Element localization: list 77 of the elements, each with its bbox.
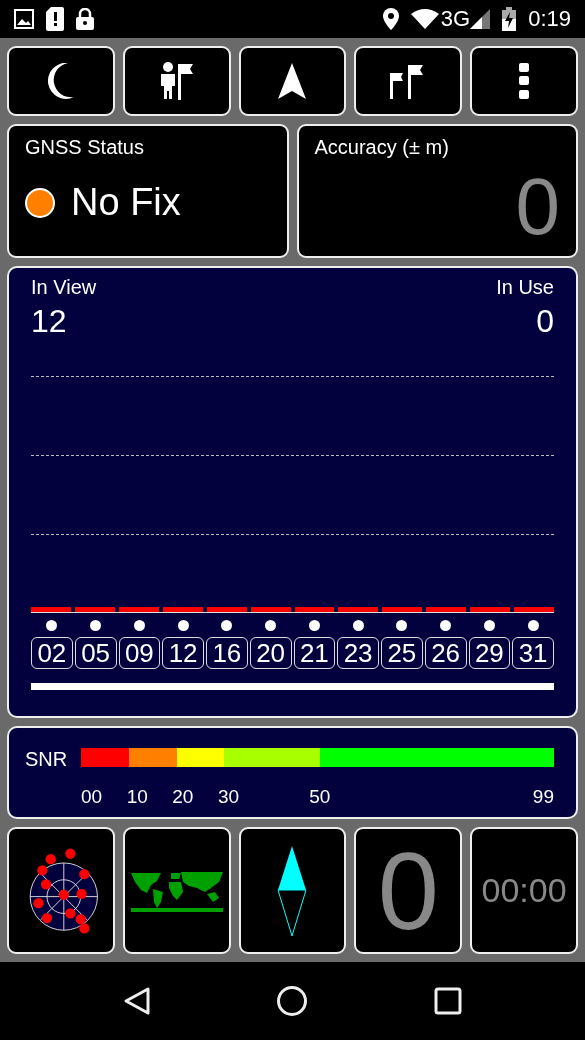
home-button[interactable] bbox=[276, 985, 309, 1017]
signal-icon bbox=[470, 9, 491, 29]
satellite-id: 05 bbox=[74, 637, 117, 669]
snr-label: SNR bbox=[25, 748, 69, 772]
more-button[interactable] bbox=[470, 46, 578, 116]
sim-alert-icon bbox=[46, 7, 64, 31]
satellite-id: 31 bbox=[512, 637, 554, 669]
more-vertical-icon bbox=[519, 63, 530, 99]
signal-bar bbox=[382, 607, 423, 612]
location-pin-icon bbox=[382, 8, 399, 30]
lock-icon bbox=[76, 8, 94, 30]
signal-bar bbox=[294, 607, 335, 612]
satellite-dot bbox=[527, 620, 539, 631]
flags-button[interactable] bbox=[354, 46, 463, 116]
battery-charging-icon bbox=[502, 7, 517, 31]
person-flag-icon bbox=[158, 62, 195, 100]
snr-tick-label: 99 bbox=[532, 786, 554, 809]
signal-bar bbox=[338, 607, 379, 612]
signal-bar bbox=[206, 607, 247, 612]
satellite-dot bbox=[308, 620, 320, 631]
signal-bar bbox=[74, 607, 115, 612]
time-button[interactable]: 00:00 bbox=[470, 827, 578, 954]
sky-plot-button[interactable] bbox=[7, 827, 115, 954]
signal-bar bbox=[470, 607, 511, 612]
signal-bar bbox=[250, 607, 291, 612]
satellite-dot bbox=[133, 620, 145, 631]
satellite-dot bbox=[440, 620, 452, 631]
card-title: Accuracy (± m) bbox=[314, 136, 450, 159]
image-icon bbox=[14, 9, 34, 29]
fix-status: No Fix bbox=[71, 181, 181, 224]
signal-bar bbox=[426, 607, 467, 612]
satellite-id: 20 bbox=[249, 637, 292, 669]
recents-button[interactable] bbox=[434, 987, 463, 1015]
satellite-dot bbox=[265, 620, 277, 631]
satellite-dot bbox=[396, 620, 408, 631]
satellite-dot bbox=[90, 620, 102, 631]
satellite-dot bbox=[46, 620, 58, 631]
back-button[interactable] bbox=[122, 986, 151, 1016]
satellite-id: 23 bbox=[337, 637, 379, 669]
satellite-id: 21 bbox=[293, 637, 336, 669]
in-view-count: 12 bbox=[31, 303, 67, 340]
satellite-id: 25 bbox=[381, 637, 423, 669]
satellite-dot bbox=[483, 620, 495, 631]
snr-tick-label: 00 bbox=[81, 786, 104, 809]
signal-bar bbox=[514, 607, 554, 612]
signal-bar bbox=[162, 607, 203, 612]
waypoint-button[interactable] bbox=[122, 46, 231, 116]
signal-bar bbox=[118, 607, 159, 612]
moon-icon bbox=[47, 63, 74, 99]
snr-tick-label: 50 bbox=[309, 786, 332, 809]
night-mode-button[interactable] bbox=[7, 46, 115, 116]
in-view-label: In View bbox=[31, 276, 97, 299]
satellite-id: 12 bbox=[162, 637, 204, 669]
accuracy-value: 0 bbox=[515, 168, 560, 246]
satellite-id: 26 bbox=[424, 637, 467, 669]
network-type: 3G bbox=[440, 6, 471, 32]
satellite-id: 16 bbox=[206, 637, 248, 669]
satellite-id: 02 bbox=[31, 637, 73, 669]
signal-bar bbox=[31, 607, 71, 612]
satellite-id: 09 bbox=[118, 637, 161, 669]
compass-button[interactable] bbox=[238, 827, 347, 954]
world-map-button[interactable] bbox=[122, 827, 231, 954]
navigate-button[interactable] bbox=[238, 46, 347, 116]
snr-tick-label: 30 bbox=[217, 786, 241, 809]
in-use-label: In Use bbox=[496, 276, 554, 299]
satellite-dot bbox=[177, 620, 189, 631]
snr-tick-label: 20 bbox=[172, 786, 195, 809]
wifi-icon bbox=[410, 9, 439, 29]
satellite-dot bbox=[352, 620, 364, 631]
speed-button[interactable]: 0 bbox=[354, 827, 463, 954]
satellite-id: 29 bbox=[468, 637, 511, 669]
navigation-arrow-icon bbox=[278, 63, 307, 99]
in-use-count: 0 bbox=[536, 303, 554, 340]
snr-tick-label: 10 bbox=[126, 786, 149, 809]
clock: 0:19 bbox=[528, 6, 571, 32]
satellite-dot bbox=[221, 620, 233, 631]
card-title: GNSS Status bbox=[25, 136, 145, 159]
